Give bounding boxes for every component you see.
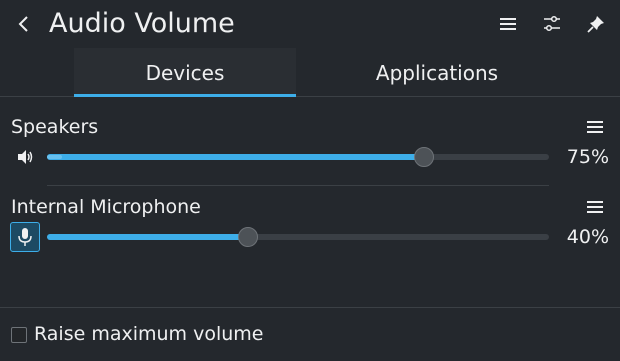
audio-volume-panel: Audio Volume Devices Applications Speake… <box>0 0 620 361</box>
speakers-level-meter <box>47 155 63 159</box>
configure-icon <box>544 15 560 32</box>
speakers-menu-button[interactable] <box>584 116 606 138</box>
tab-bar: Devices Applications <box>0 48 620 97</box>
microphone-volume-fill <box>47 234 248 240</box>
microphone-volume-handle[interactable] <box>237 227 258 247</box>
microphone-icon <box>18 228 32 246</box>
speakers-mute-button[interactable] <box>11 143 39 171</box>
device-name-microphone: Internal Microphone <box>11 196 201 218</box>
speakers-volume-percent: 75% <box>566 146 609 168</box>
pin-button[interactable] <box>584 12 608 36</box>
raise-max-volume-label[interactable]: Raise maximum volume <box>34 322 264 346</box>
tab-devices[interactable]: Devices <box>74 48 296 97</box>
speakers-volume-fill <box>47 154 424 160</box>
hamburger-menu-icon <box>587 121 603 133</box>
microphone-mute-button[interactable] <box>10 222 40 252</box>
footer: Raise maximum volume <box>0 307 620 361</box>
page-title: Audio Volume <box>49 8 235 39</box>
speakers-volume-slider[interactable] <box>47 147 549 167</box>
menu-button[interactable] <box>496 12 520 36</box>
speaker-icon <box>18 150 33 164</box>
device-name-speakers: Speakers <box>11 116 99 138</box>
speakers-volume-handle[interactable] <box>413 147 434 167</box>
hamburger-menu-icon <box>587 201 603 213</box>
back-button[interactable] <box>12 10 36 38</box>
pin-icon <box>587 16 604 33</box>
back-arrow-icon <box>18 16 28 32</box>
configure-button[interactable] <box>540 12 564 36</box>
header: Audio Volume <box>0 0 620 48</box>
microphone-volume-percent: 40% <box>566 226 609 248</box>
microphone-volume-slider[interactable] <box>47 227 549 247</box>
raise-max-volume-checkbox[interactable] <box>11 327 27 343</box>
device-divider <box>47 185 549 186</box>
tab-applications[interactable]: Applications <box>326 48 548 97</box>
hamburger-menu-icon <box>500 18 516 30</box>
microphone-menu-button[interactable] <box>584 196 606 218</box>
active-tab-indicator <box>74 94 296 97</box>
